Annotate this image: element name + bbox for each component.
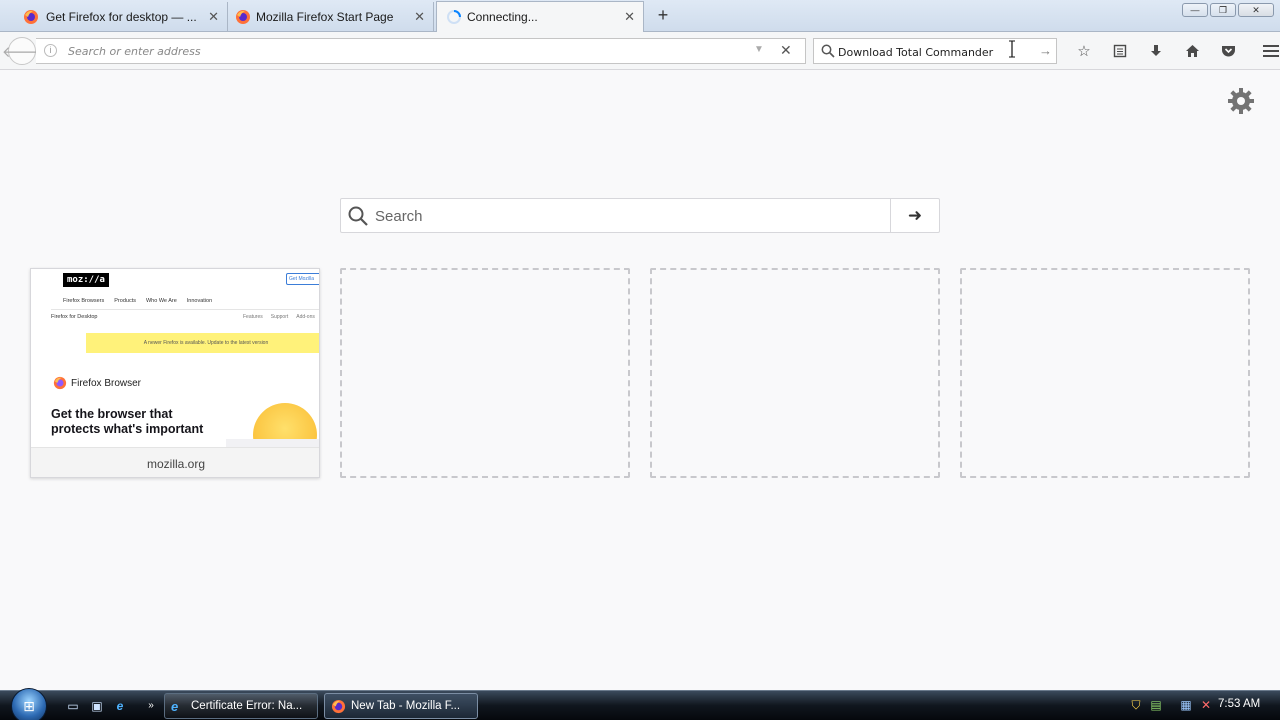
network-icon[interactable]: ▦ <box>1178 696 1194 714</box>
quick-launch-overflow-icon[interactable]: » <box>142 697 160 715</box>
windows-logo-icon: ⊞ <box>23 697 35 714</box>
firefox-icon <box>53 376 67 390</box>
bookmark-star-icon[interactable]: ☆ <box>1066 40 1102 62</box>
volume-muted-icon[interactable]: ✕ <box>1198 696 1214 714</box>
thumbnail-menu-item: Products <box>114 298 136 304</box>
thumbnail-subnav-item: Add-ons <box>296 314 315 320</box>
tab-connecting[interactable]: Connecting... ✕ <box>436 1 644 32</box>
tab-strip: Get Firefox for desktop — ... ✕ Mozilla … <box>0 0 1280 32</box>
close-icon[interactable]: ✕ <box>414 9 425 25</box>
tile-thumbnail: moz://a Get Mozilla Firefox Browsers Pro… <box>31 269 319 447</box>
navigation-toolbar: 🡐 i ▼ ✕ → ☆ <box>0 32 1280 70</box>
system-tray: ⛉ ▤ ▦ ✕ <box>1128 696 1214 714</box>
taskbar-button-firefox[interactable]: New Tab - Mozilla F... <box>324 693 478 719</box>
tab-title: Mozilla Firefox Start Page <box>256 10 394 24</box>
info-icon[interactable]: i <box>44 44 57 57</box>
toolbar-icons: ☆ <box>1066 40 1280 62</box>
close-icon[interactable]: ✕ <box>208 9 219 25</box>
new-tab-button[interactable]: + <box>654 5 672 25</box>
maximize-button[interactable]: ❐ <box>1210 3 1236 17</box>
top-site-tile-empty <box>340 268 630 478</box>
downloads-icon[interactable] <box>1138 40 1174 62</box>
tile-caption: mozilla.org <box>31 447 319 477</box>
top-site-tile-empty <box>650 268 940 478</box>
close-icon[interactable]: ✕ <box>624 9 635 25</box>
gear-icon[interactable] <box>1227 87 1255 115</box>
close-window-button[interactable]: ✕ <box>1238 3 1274 17</box>
search-bar[interactable]: → <box>813 38 1057 64</box>
thumbnail-menu-item: Innovation <box>186 298 213 304</box>
url-bar[interactable]: i ▼ ✕ <box>36 38 806 64</box>
show-desktop-icon[interactable]: ▭ <box>64 697 82 715</box>
back-button[interactable]: 🡐 <box>2 37 42 65</box>
thumbnail-top-button: Get Mozilla <box>286 273 319 285</box>
history-dropdown-icon[interactable]: ▼ <box>754 44 764 55</box>
firefox-icon <box>236 10 250 24</box>
taskbar-button-label: New Tab - Mozilla F... <box>351 700 461 712</box>
search-icon[interactable] <box>820 43 836 59</box>
text-cursor-icon <box>1009 40 1015 58</box>
home-icon[interactable] <box>1174 40 1210 62</box>
newtab-search-box[interactable]: ➜ <box>340 198 940 233</box>
start-button[interactable]: ⊞ <box>11 688 47 720</box>
mozilla-logo: moz://a <box>63 273 109 287</box>
thumbnail-menu: Firefox Browsers Products Who We Are Inn… <box>63 298 212 304</box>
taskbar-button-certificate-error[interactable]: e Certificate Error: Na... <box>164 693 318 719</box>
window-controls: — ❐ ✕ <box>1182 3 1274 17</box>
search-input[interactable] <box>838 43 1033 61</box>
windows-update-icon[interactable]: ▤ <box>1148 696 1164 714</box>
top-site-tile-mozilla[interactable]: moz://a Get Mozilla Firefox Browsers Pro… <box>30 268 320 478</box>
thumbnail-headline: Get the browser that protects what's imp… <box>51 407 204 436</box>
taskbar-clock[interactable]: 7:53 AM <box>1218 698 1260 710</box>
bookmarks-menu-icon[interactable] <box>1102 40 1138 62</box>
thumbnail-subnav: Features Support Add-ons <box>243 314 315 320</box>
tab-title: Connecting... <box>467 10 538 24</box>
search-go-icon[interactable]: → <box>1039 43 1052 58</box>
search-icon <box>348 206 368 226</box>
url-input[interactable] <box>68 42 748 60</box>
taskbar-button-label: Certificate Error: Na... <box>191 700 303 712</box>
thumbnail-brand-text: Firefox Browser <box>71 377 142 389</box>
tab-title: Get Firefox for desktop — ... <box>46 10 196 24</box>
firefox-icon <box>331 699 346 714</box>
firefox-icon <box>24 10 38 24</box>
top-site-tile-empty <box>960 268 1250 478</box>
thumbnail-update-banner: A newer Firefox is available. Update to … <box>86 333 319 353</box>
arrow-right-icon: ➜ <box>907 205 923 225</box>
minimize-button[interactable]: — <box>1182 3 1208 17</box>
tab-get-firefox[interactable]: Get Firefox for desktop — ... ✕ <box>0 2 228 32</box>
thumbnail-subnav-item: Features <box>243 314 263 320</box>
search-submit-button[interactable]: ➜ <box>890 199 939 232</box>
pocket-icon[interactable] <box>1210 40 1246 62</box>
newtab-search-input[interactable] <box>375 206 875 226</box>
thumbnail-strip <box>226 439 319 447</box>
stop-icon[interactable]: ✕ <box>780 42 792 59</box>
internet-explorer-icon: e <box>171 699 179 714</box>
thumbnail-divider <box>51 309 319 310</box>
thumbnail-brand: Firefox Browser <box>53 376 141 390</box>
thumbnail-menu-item: Firefox Browsers <box>63 298 105 304</box>
thumbnail-subnav-item: Support <box>270 314 289 320</box>
switch-windows-icon[interactable]: ▣ <box>88 697 106 715</box>
thumbnail-subtitle: Firefox for Desktop <box>51 314 98 320</box>
thumbnail-menu-item: Who We Are <box>145 298 177 304</box>
windows-taskbar: ⊞ ▭ ▣ e » e Certificate Error: Na... New… <box>0 688 1280 720</box>
hamburger-menu-icon[interactable] <box>1246 40 1280 62</box>
tab-mozilla-start-page[interactable]: Mozilla Firefox Start Page ✕ <box>228 2 434 32</box>
security-shield-icon[interactable]: ⛉ <box>1128 696 1144 714</box>
loading-spinner-icon <box>447 10 461 24</box>
internet-explorer-icon[interactable]: e <box>111 697 129 715</box>
